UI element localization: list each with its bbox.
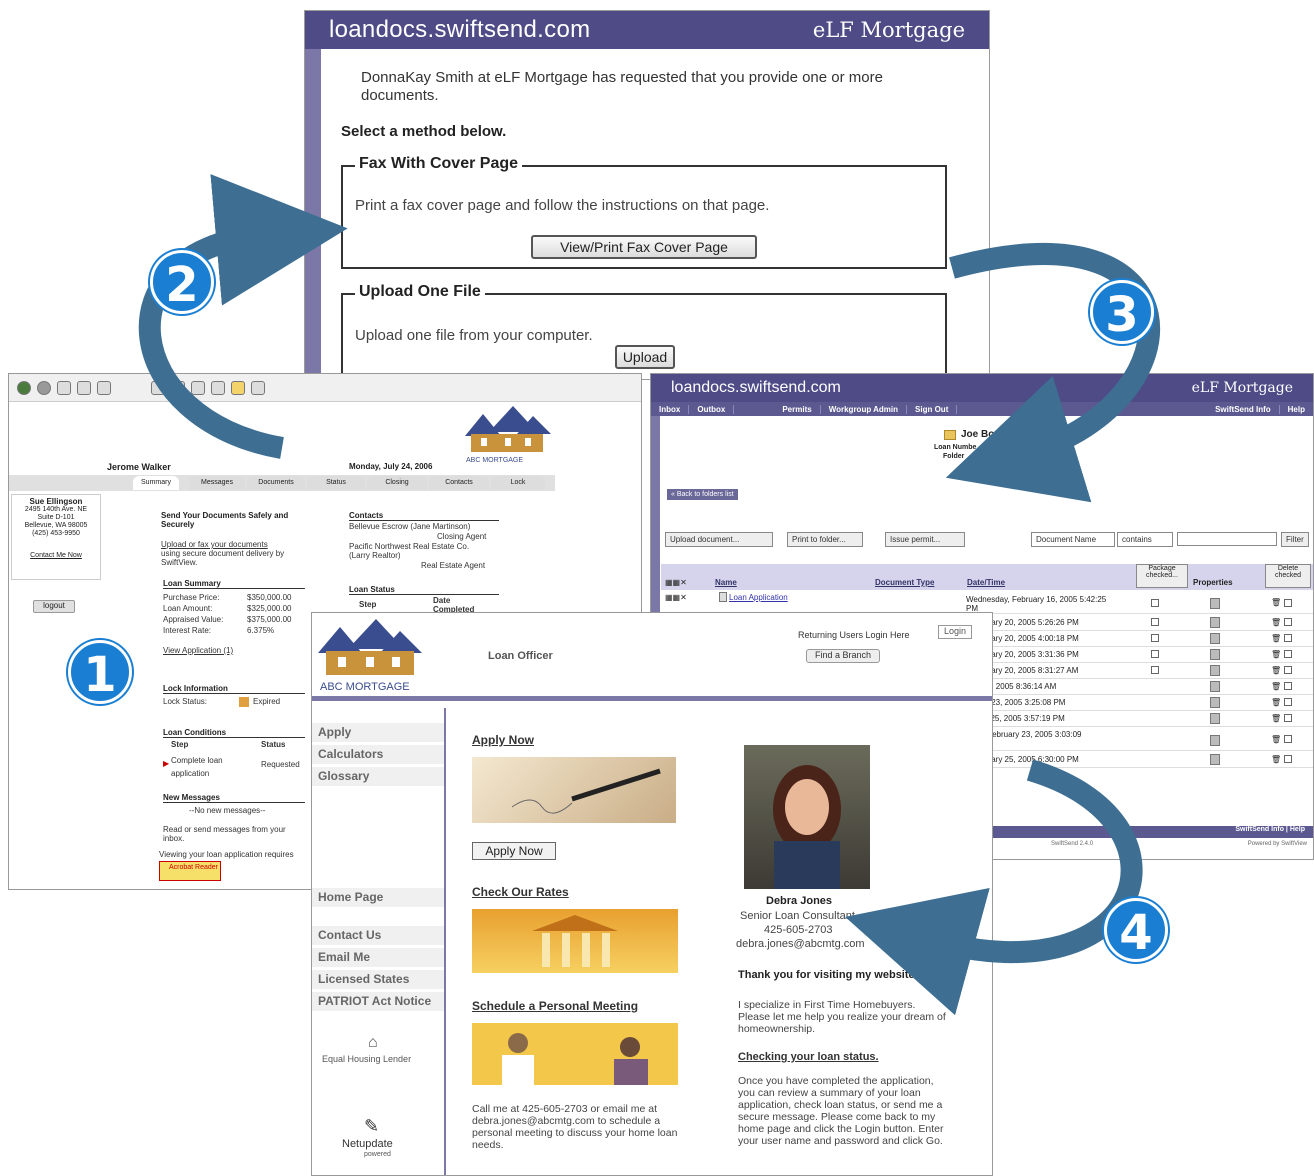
flow-arrows <box>138 174 1161 1016</box>
step-1-badge: 1 <box>68 640 132 704</box>
step-2-badge: 2 <box>150 250 214 314</box>
step-3-badge: 3 <box>1090 280 1154 344</box>
arrow-4 <box>845 759 1143 1016</box>
step-4-badge: 4 <box>1104 898 1168 962</box>
